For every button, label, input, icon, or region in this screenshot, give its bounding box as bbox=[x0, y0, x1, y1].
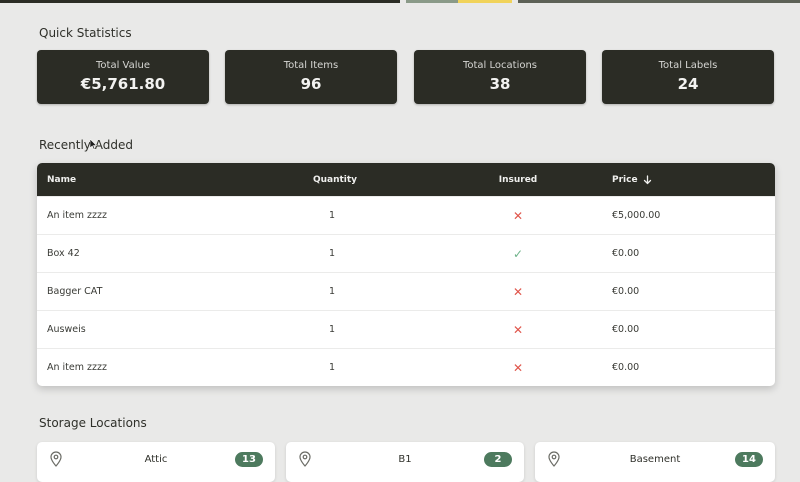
item-name[interactable]: An item zzzz bbox=[47, 349, 107, 386]
item-quantity: 1 bbox=[328, 248, 336, 259]
table-row[interactable]: Bagger CAT 1 ✕ €0.00 bbox=[37, 272, 775, 310]
stat-card-total-locations: Total Locations 38 bbox=[414, 50, 586, 104]
table-header: Name Quantity Insured Price bbox=[37, 163, 775, 196]
recently-added-heading: Recently Added bbox=[39, 138, 133, 152]
stat-value: 96 bbox=[300, 75, 322, 93]
mouse-cursor-icon bbox=[90, 139, 98, 150]
top-strip-segment bbox=[0, 0, 400, 3]
location-card-basement[interactable]: Basement 14 bbox=[535, 442, 775, 482]
stat-label: Total Value bbox=[96, 60, 150, 71]
item-name[interactable]: Box 42 bbox=[47, 235, 80, 272]
top-strip-segment bbox=[458, 0, 512, 3]
item-quantity: 1 bbox=[328, 286, 336, 297]
table-row[interactable]: Box 42 1 ✓ €0.00 bbox=[37, 234, 775, 272]
item-quantity: 1 bbox=[328, 210, 336, 221]
stat-label: Total Labels bbox=[658, 60, 718, 71]
insured-check-icon: ✓ bbox=[512, 246, 524, 261]
location-count-badge: 2 bbox=[484, 452, 512, 467]
top-strip-segment bbox=[406, 0, 458, 3]
stat-value: 24 bbox=[677, 75, 699, 93]
location-count-badge: 13 bbox=[235, 452, 263, 467]
not-insured-icon: ✕ bbox=[512, 208, 524, 223]
item-quantity: 1 bbox=[328, 324, 336, 335]
quick-statistics-heading: Quick Statistics bbox=[39, 26, 132, 40]
column-header-price[interactable]: Price bbox=[612, 163, 652, 196]
location-card-attic[interactable]: Attic 13 bbox=[37, 442, 275, 482]
table-row[interactable]: Ausweis 1 ✕ €0.00 bbox=[37, 310, 775, 348]
item-price: €0.00 bbox=[612, 286, 640, 297]
stat-card-total-labels: Total Labels 24 bbox=[602, 50, 774, 104]
stat-label: Total Items bbox=[283, 60, 339, 71]
recently-added-table: Name Quantity Insured Price An item zzzz… bbox=[37, 163, 775, 386]
top-strip-segment bbox=[518, 0, 800, 3]
item-price: €0.00 bbox=[612, 324, 640, 335]
stat-card-total-items: Total Items 96 bbox=[225, 50, 397, 104]
column-header-quantity[interactable]: Quantity bbox=[305, 163, 365, 196]
location-count-badge: 14 bbox=[735, 452, 763, 467]
stat-value: €5,761.80 bbox=[80, 75, 166, 93]
not-insured-icon: ✕ bbox=[512, 284, 524, 299]
not-insured-icon: ✕ bbox=[512, 360, 524, 375]
item-quantity: 1 bbox=[328, 362, 336, 373]
item-name[interactable]: An item zzzz bbox=[47, 197, 107, 234]
stat-card-total-value: Total Value €5,761.80 bbox=[37, 50, 209, 104]
table-row[interactable]: An item zzzz 1 ✕ €0.00 bbox=[37, 348, 775, 386]
column-header-name[interactable]: Name bbox=[47, 163, 76, 196]
column-header-price-label: Price bbox=[612, 174, 638, 185]
item-price: €5,000.00 bbox=[612, 210, 661, 221]
stat-value: 38 bbox=[489, 75, 511, 93]
not-insured-icon: ✕ bbox=[512, 322, 524, 337]
top-strip bbox=[0, 0, 800, 3]
item-price: €0.00 bbox=[612, 362, 640, 373]
stat-label: Total Locations bbox=[462, 60, 538, 71]
item-name[interactable]: Ausweis bbox=[47, 311, 86, 348]
item-name[interactable]: Bagger CAT bbox=[47, 273, 102, 310]
location-card-b1[interactable]: B1 2 bbox=[286, 442, 524, 482]
column-header-insured[interactable]: Insured bbox=[485, 163, 551, 196]
arrow-down-icon[interactable] bbox=[643, 174, 652, 185]
storage-locations-heading: Storage Locations bbox=[39, 416, 147, 430]
table-row[interactable]: An item zzzz 1 ✕ €5,000.00 bbox=[37, 196, 775, 234]
item-price: €0.00 bbox=[612, 248, 640, 259]
